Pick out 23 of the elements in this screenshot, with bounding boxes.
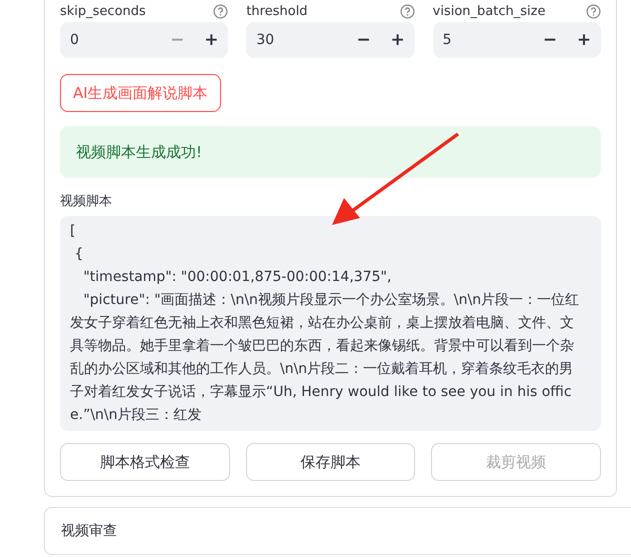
field-label: threshold: [246, 4, 308, 18]
number-value: 5: [442, 32, 453, 48]
field-label: vision_batch_size: [432, 4, 546, 18]
number-input[interactable]: 5 − +: [432, 22, 601, 58]
action-button[interactable]: 保存脚本: [246, 443, 416, 481]
help-icon[interactable]: [586, 4, 601, 18]
decrement-button[interactable]: −: [346, 22, 381, 58]
section-title: 视频审查: [61, 522, 117, 540]
number-value: 30: [256, 32, 276, 48]
success-message: 视频脚本生成成功!: [76, 142, 202, 162]
help-icon[interactable]: [400, 4, 415, 18]
script-label: 视频脚本: [60, 193, 113, 210]
decrement-button[interactable]: −: [532, 22, 567, 58]
increment-button[interactable]: +: [566, 22, 601, 58]
action-button[interactable]: 脚本格式检查: [60, 443, 230, 481]
help-icon[interactable]: [213, 4, 228, 18]
increment-button[interactable]: +: [194, 22, 228, 58]
increment-button[interactable]: +: [380, 22, 415, 58]
number-input[interactable]: 0 − +: [60, 22, 228, 58]
number-value: 0: [70, 32, 80, 48]
field-label: skip_seconds: [60, 4, 146, 18]
script-textarea[interactable]: [ { "timestamp": "00:00:01,875-00:00:14,375", "picture": "画面描述：\n\n视频片段显示一个办公室场景。\n\n片段一：一位红发女子穿着红色无袖上衣和黑色短裙，站在办公桌前，桌上摆放着电脑、文件、文具等物品。她手里拿着一个皱巴巴的东西，看起来像锡纸。背景中可以看到一个杂乱的办公区域和其他的工作人员。\n\n片段二：一位戴着耳机，穿着条纹毛衣的男子对着红发女子说话，字幕显示“Uh, Henry would like to see you in his office.”\n\n片段三：红发: [60, 216, 601, 431]
number-input[interactable]: 30 − +: [246, 22, 415, 58]
